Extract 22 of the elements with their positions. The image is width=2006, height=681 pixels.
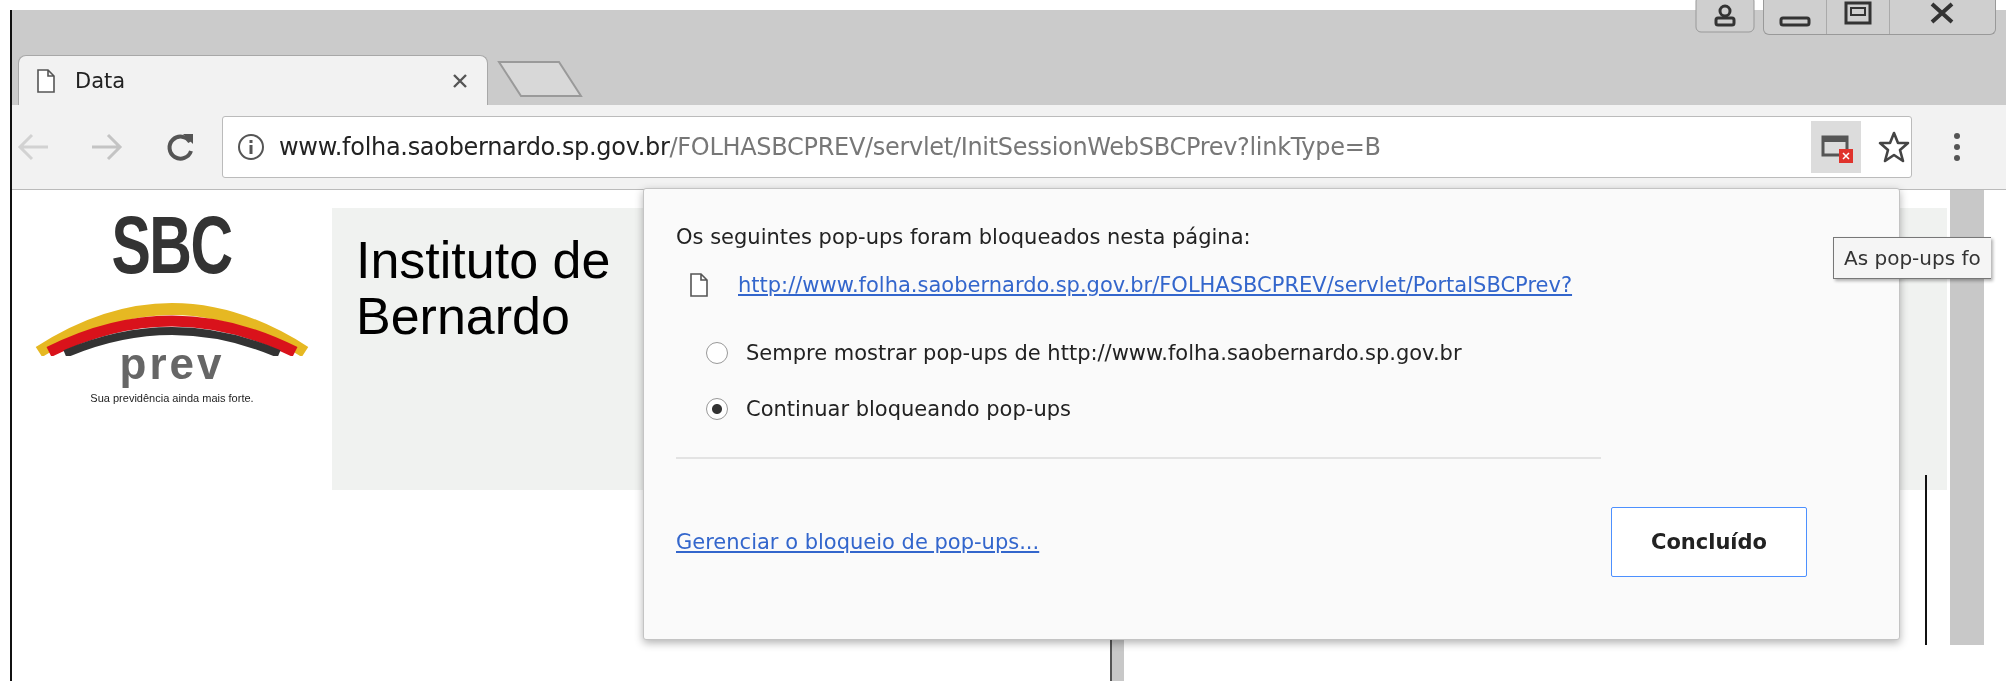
popup-blocked-icon[interactable] xyxy=(1811,121,1861,173)
menu-icon[interactable] xyxy=(1952,132,1962,162)
option-label[interactable]: Continuar bloqueando pop-ups xyxy=(746,397,1071,421)
address-field[interactable]: www.folha.saobernardo.sp.gov.br/FOLHASBCPREV/servlet/InitSessionWebSBCPrev?linkType=B xyxy=(222,116,1912,178)
close-icon[interactable] xyxy=(451,71,469,90)
star-icon[interactable] xyxy=(1877,130,1911,164)
page-title: Instituto de xyxy=(356,232,611,288)
info-icon xyxy=(237,133,265,161)
radio-button[interactable] xyxy=(706,342,728,364)
page-title: Bernardo xyxy=(356,288,570,344)
blocked-popup-link[interactable]: http://www.folha.saobernardo.sp.gov.br/FOLHASBCPREV/servlet/PortalSBCPrev? xyxy=(738,273,1573,297)
tooltip: As pop-ups fo xyxy=(1833,237,1991,279)
option-label[interactable]: Sempre mostrar pop-ups de http://www.folha.saobernardo.sp.gov.br xyxy=(746,341,1462,365)
page-icon xyxy=(37,68,55,93)
done-button[interactable]: Concluído xyxy=(1611,507,1807,577)
logo: SBC prev Sua previdência ainda mais forte. xyxy=(12,190,332,680)
popup-heading: Os seguintes pop-ups foram bloqueados nesta página: xyxy=(676,225,1252,249)
user-icon[interactable] xyxy=(1695,0,1755,34)
manage-link[interactable]: Gerenciar o bloqueio de pop-ups... xyxy=(676,530,1040,554)
browser-tab[interactable]: Data xyxy=(18,55,488,105)
radio-button[interactable] xyxy=(706,398,728,420)
page-icon xyxy=(690,273,708,297)
